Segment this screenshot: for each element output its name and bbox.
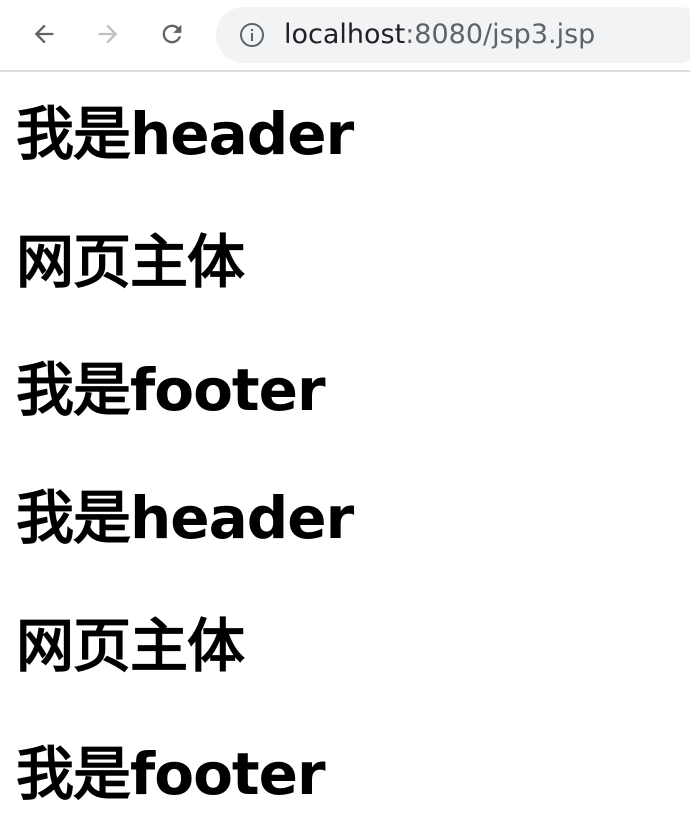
main-heading: 网页主体 bbox=[16, 612, 245, 680]
footer-heading: 我是footer bbox=[16, 740, 326, 808]
url-text[interactable]: localhost:8080/jsp3.jsp bbox=[284, 19, 595, 51]
back-button[interactable] bbox=[24, 14, 64, 54]
header-heading: 我是header bbox=[16, 484, 354, 552]
info-icon[interactable] bbox=[238, 21, 266, 49]
header-heading: 我是header bbox=[16, 100, 354, 168]
main-heading: 网页主体 bbox=[16, 228, 245, 296]
browser-toolbar: localhost:8080/jsp3.jsp bbox=[0, 0, 690, 72]
url-path: :8080/jsp3.jsp bbox=[405, 19, 596, 50]
reload-icon bbox=[162, 24, 182, 44]
reload-button[interactable] bbox=[152, 14, 192, 54]
arrow-right-icon bbox=[98, 24, 118, 44]
footer-heading: 我是footer bbox=[16, 356, 326, 424]
address-bar[interactable]: localhost:8080/jsp3.jsp bbox=[216, 7, 690, 63]
url-host: localhost bbox=[284, 19, 406, 50]
address-bar-content: localhost:8080/jsp3.jsp bbox=[216, 7, 690, 63]
forward-button[interactable] bbox=[88, 14, 128, 54]
arrow-left-icon bbox=[34, 24, 54, 44]
